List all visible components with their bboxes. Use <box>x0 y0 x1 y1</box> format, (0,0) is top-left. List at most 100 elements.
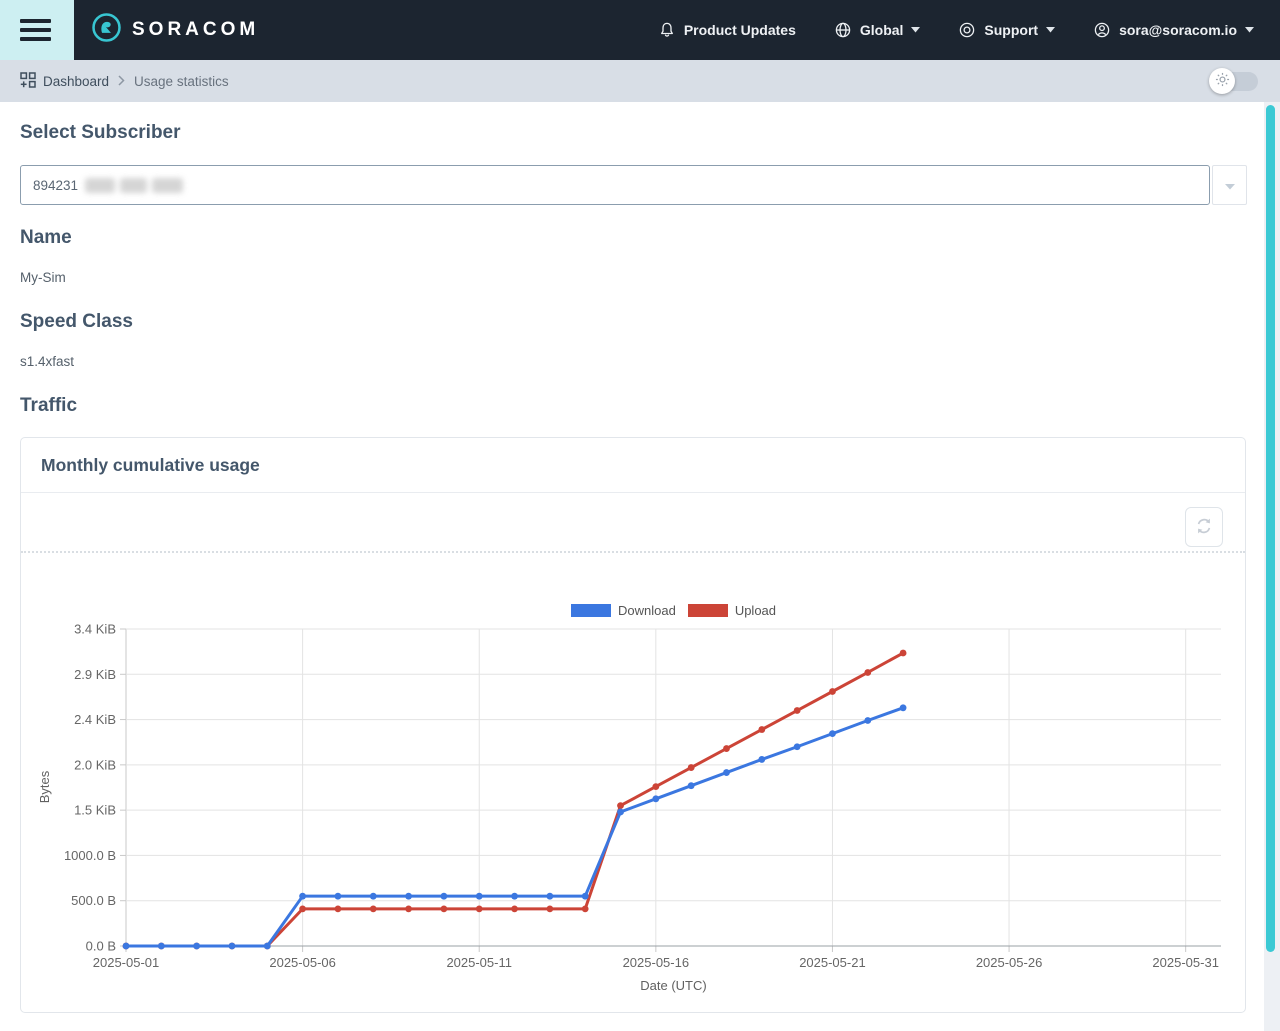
nav-item-account[interactable]: sora@soracom.io <box>1093 21 1254 39</box>
data-point-download[interactable] <box>582 893 589 900</box>
chart-legend: Download Upload <box>126 603 1221 618</box>
data-point-upload[interactable] <box>652 783 659 790</box>
y-tick-label: 500.0 B <box>71 893 116 908</box>
nav-item-label: Global <box>860 22 904 38</box>
usage-card-title: Monthly cumulative usage <box>41 455 260 476</box>
data-point-download[interactable] <box>229 943 236 950</box>
data-point-upload[interactable] <box>546 905 553 912</box>
data-point-upload[interactable] <box>829 688 836 695</box>
data-point-download[interactable] <box>370 893 377 900</box>
data-point-upload[interactable] <box>476 905 483 912</box>
data-point-upload[interactable] <box>758 726 765 733</box>
brand[interactable]: SORACOM <box>91 12 259 48</box>
data-point-upload[interactable] <box>370 905 377 912</box>
nav-item-label: Support <box>984 22 1038 38</box>
y-tick-label: 1.5 KiB <box>74 803 116 818</box>
x-axis-title: Date (UTC) <box>640 978 706 993</box>
subscriber-select-row: 894231 <box>20 165 1247 205</box>
data-point-download[interactable] <box>441 893 448 900</box>
soracom-logo-icon <box>91 12 122 48</box>
chevron-right-icon <box>118 74 125 89</box>
data-point-upload[interactable] <box>299 905 306 912</box>
data-point-upload[interactable] <box>864 669 871 676</box>
breadcrumb-dashboard-link[interactable]: Dashboard <box>20 72 109 91</box>
data-point-upload[interactable] <box>582 905 589 912</box>
traffic-heading: Traffic <box>20 396 1280 416</box>
scrollbar-track[interactable] <box>1264 102 1280 1031</box>
data-point-download[interactable] <box>264 943 271 950</box>
x-tick-label: 2025-05-21 <box>799 955 866 970</box>
data-point-download[interactable] <box>829 730 836 737</box>
data-point-upload[interactable] <box>723 745 730 752</box>
nav-items: Product Updates Global Support <box>658 21 1254 39</box>
y-tick-label: 3.4 KiB <box>74 622 116 637</box>
series-line-upload[interactable] <box>126 653 903 946</box>
data-point-download[interactable] <box>864 717 871 724</box>
data-point-upload[interactable] <box>900 650 907 657</box>
data-point-upload[interactable] <box>405 905 412 912</box>
hamburger-button[interactable] <box>0 0 74 60</box>
x-tick-label: 2025-05-26 <box>976 955 1043 970</box>
subscriber-combobox[interactable]: 894231 <box>20 165 1210 205</box>
data-point-download[interactable] <box>794 743 801 750</box>
data-point-download[interactable] <box>758 756 765 763</box>
scrollbar-thumb[interactable] <box>1266 105 1275 952</box>
data-point-download[interactable] <box>723 769 730 776</box>
globe-icon <box>834 21 852 39</box>
y-tick-label: 2.0 KiB <box>74 757 116 772</box>
usage-card-toolbar <box>21 493 1245 553</box>
nav-item-label: sora@soracom.io <box>1119 22 1237 38</box>
data-point-download[interactable] <box>617 809 624 816</box>
sun-icon <box>1215 72 1230 90</box>
data-point-upload[interactable] <box>617 802 624 809</box>
legend-label: Upload <box>735 603 776 618</box>
nav-item-global[interactable]: Global <box>834 21 921 39</box>
refresh-button[interactable] <box>1185 507 1223 547</box>
data-point-download[interactable] <box>335 893 342 900</box>
breadcrumb: Dashboard Usage statistics <box>0 60 1280 102</box>
breadcrumb-dashboard-label: Dashboard <box>43 74 109 89</box>
support-icon <box>958 21 976 39</box>
data-point-download[interactable] <box>299 893 306 900</box>
y-tick-label: 0.0 B <box>86 939 116 954</box>
data-point-download[interactable] <box>546 893 553 900</box>
data-point-download[interactable] <box>158 943 165 950</box>
data-point-download[interactable] <box>476 893 483 900</box>
refresh-icon <box>1194 516 1214 539</box>
y-tick-label: 2.4 KiB <box>74 712 116 727</box>
nav-item-support[interactable]: Support <box>958 21 1055 39</box>
subscriber-dropdown-button[interactable] <box>1212 165 1247 205</box>
data-point-download[interactable] <box>193 943 200 950</box>
speed-class-value: s1.4xfast <box>20 355 1280 369</box>
data-point-download[interactable] <box>652 795 659 802</box>
chevron-down-icon <box>1225 178 1235 193</box>
data-point-download[interactable] <box>688 782 695 789</box>
legend-item-upload: Upload <box>688 603 776 618</box>
name-value: My-Sim <box>20 271 1280 285</box>
data-point-download[interactable] <box>511 893 518 900</box>
data-point-download[interactable] <box>123 943 130 950</box>
x-tick-label: 2025-05-11 <box>446 955 512 970</box>
usage-card: Monthly cumulative usage Download Upload … <box>20 437 1246 1013</box>
subscriber-imsi-redacted <box>85 178 183 193</box>
data-point-upload[interactable] <box>441 905 448 912</box>
data-point-download[interactable] <box>900 704 907 711</box>
data-point-upload[interactable] <box>511 905 518 912</box>
legend-item-download: Download <box>571 603 676 618</box>
legend-swatch <box>571 604 611 617</box>
data-point-upload[interactable] <box>335 905 342 912</box>
theme-toggle[interactable] <box>1210 72 1258 91</box>
usage-chart-area: Download Upload 2025-05-012025-05-062025-… <box>21 553 1245 1013</box>
nav-item-label: Product Updates <box>684 22 796 38</box>
y-tick-label: 2.9 KiB <box>74 667 116 682</box>
data-point-upload[interactable] <box>688 764 695 771</box>
brand-name: SORACOM <box>132 19 259 41</box>
usage-chart[interactable]: 2025-05-012025-05-062025-05-112025-05-16… <box>21 553 1245 1013</box>
data-point-download[interactable] <box>405 893 412 900</box>
data-point-upload[interactable] <box>794 707 801 714</box>
y-axis-title: Bytes <box>37 770 52 803</box>
subscriber-value: 894231 <box>33 178 78 193</box>
name-heading: Name <box>20 228 1280 248</box>
main-content: Select Subscriber 894231 Name My-Sim Spe… <box>0 102 1280 1013</box>
nav-item-product-updates[interactable]: Product Updates <box>658 21 796 39</box>
